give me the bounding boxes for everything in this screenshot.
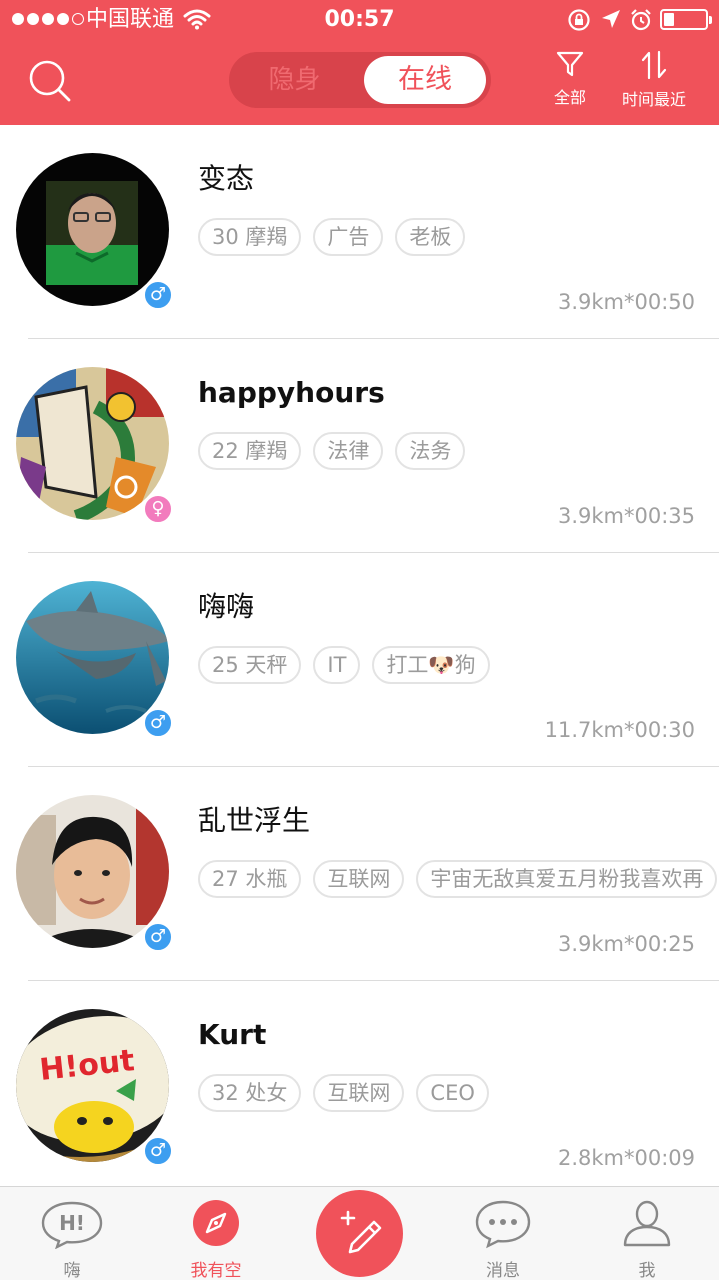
- person-icon: [623, 1200, 671, 1247]
- tag-occupation: 宇宙无敌真爱五月粉我喜欢再: [416, 860, 718, 898]
- filter-button[interactable]: 全部: [546, 50, 594, 108]
- tab-messages[interactable]: 消息: [453, 1187, 553, 1280]
- user-row[interactable]: ♀ happyhours 22 摩羯 法律 法务 3.9km*00:35: [0, 339, 719, 553]
- tag-list: 25 天秤 IT 打工🐶狗: [198, 646, 719, 684]
- user-list: ♂ 变态 30 摩羯 广告 老板 3.9km*00:50 ♀ happyhour…: [0, 125, 719, 1186]
- compose-button[interactable]: [316, 1190, 403, 1277]
- distance-time: 3.9km*00:25: [557, 932, 695, 956]
- distance-time: 3.9km*00:50: [557, 290, 695, 314]
- user-name: 变态: [198, 162, 255, 195]
- tag-industry: 法律: [313, 432, 384, 470]
- user-row[interactable]: ♂ 嗨嗨 25 天秤 IT 打工🐶狗 11.7km*00:30: [0, 553, 719, 767]
- avatar[interactable]: H!out: [16, 1009, 169, 1162]
- avatar[interactable]: [16, 367, 169, 520]
- filter-label: 全部: [553, 88, 586, 107]
- tag-occupation: 法务: [395, 432, 466, 470]
- tab-free[interactable]: 我有空: [166, 1187, 266, 1280]
- tag-age-sign: 32 处女: [198, 1074, 302, 1112]
- user-row[interactable]: ♂ 乱世浮生 27 水瓶 互联网 宇宙无敌真爱五月粉我喜欢再 3.9km*00:…: [0, 767, 719, 981]
- tab-label: 我有空: [190, 1261, 242, 1280]
- male-gender-icon: ♂: [143, 280, 173, 310]
- svg-text:H!: H!: [59, 1211, 85, 1235]
- tab-label: 我: [638, 1261, 656, 1280]
- male-gender-icon: ♂: [143, 1136, 173, 1166]
- location-arrow-icon: [600, 8, 622, 34]
- female-gender-icon: ♀: [143, 494, 173, 524]
- tab-label: 嗨: [63, 1261, 81, 1280]
- toggle-hidden-option[interactable]: 隐身: [229, 52, 360, 108]
- compose-pencil-icon: [340, 1210, 382, 1254]
- avatar[interactable]: [16, 581, 169, 734]
- distance-time: 11.7km*00:30: [544, 718, 695, 742]
- male-gender-icon: ♂: [143, 708, 173, 738]
- chat-bubble-icon: [475, 1200, 531, 1249]
- user-name: 嗨嗨: [198, 590, 255, 623]
- tab-me[interactable]: 我: [597, 1187, 697, 1280]
- header: 中国联通 00:57 隐身 在线 全部 时间最近: [0, 0, 719, 125]
- tag-age-sign: 25 天秤: [198, 646, 302, 684]
- distance-time: 3.9km*00:35: [557, 504, 695, 528]
- rotation-lock-icon: [567, 8, 591, 36]
- sort-icon: [641, 50, 667, 80]
- tag-occupation: 打工🐶狗: [372, 646, 490, 684]
- tag-age-sign: 30 摩羯: [198, 218, 302, 256]
- user-row[interactable]: H!out ♂ Kurt 32 处女 互联网 CEO 2.8km*00:09: [0, 981, 719, 1186]
- user-name: 乱世浮生: [198, 804, 311, 837]
- tag-list: 27 水瓶 互联网 宇宙无敌真爱五月粉我喜欢再: [198, 860, 719, 898]
- user-row[interactable]: ♂ 变态 30 摩羯 广告 老板 3.9km*00:50: [0, 125, 719, 339]
- avatar[interactable]: [16, 795, 169, 948]
- filter-icon: [556, 51, 584, 77]
- tab-hi[interactable]: H! 嗨: [22, 1187, 122, 1280]
- battery-icon: [660, 9, 712, 30]
- tag-industry: 广告: [313, 218, 384, 256]
- visibility-toggle[interactable]: 隐身 在线: [229, 52, 491, 108]
- tab-label: 消息: [486, 1261, 520, 1280]
- tag-age-sign: 27 水瓶: [198, 860, 302, 898]
- tag-list: 30 摩羯 广告 老板: [198, 218, 719, 256]
- tag-age-sign: 22 摩羯: [198, 432, 302, 470]
- tag-occupation: CEO: [416, 1074, 489, 1112]
- sort-label: 时间最近: [621, 90, 686, 109]
- user-name: Kurt: [198, 1018, 267, 1051]
- hi-bubble-icon: H!: [41, 1201, 103, 1249]
- tag-industry: 互联网: [313, 860, 405, 898]
- male-gender-icon: ♂: [143, 922, 173, 952]
- user-name: happyhours: [198, 376, 385, 409]
- avatar[interactable]: [16, 153, 169, 306]
- compass-icon: [193, 1200, 239, 1246]
- distance-time: 2.8km*00:09: [557, 1146, 695, 1170]
- alarm-icon: [629, 8, 653, 36]
- tag-industry: 互联网: [313, 1074, 405, 1112]
- search-icon: [29, 60, 71, 102]
- tag-list: 22 摩羯 法律 法务: [198, 432, 719, 470]
- status-bar: 中国联通 00:57: [0, 0, 719, 40]
- tag-list: 32 处女 互联网 CEO: [198, 1074, 719, 1112]
- tag-occupation: 老板: [395, 218, 466, 256]
- sort-button[interactable]: 时间最近: [614, 50, 694, 110]
- toggle-online-option[interactable]: 在线: [364, 56, 486, 104]
- search-button[interactable]: [26, 58, 76, 104]
- tag-industry: IT: [313, 646, 361, 684]
